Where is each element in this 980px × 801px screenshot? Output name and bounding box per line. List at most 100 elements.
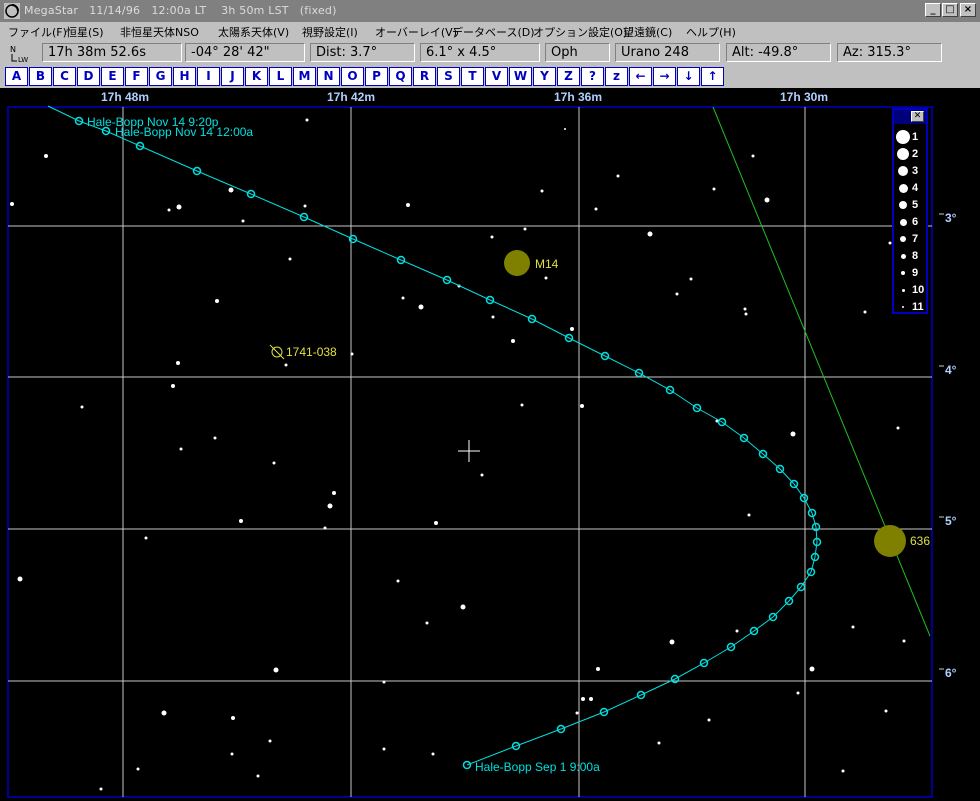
catalog-button-15[interactable]: O (341, 67, 364, 86)
catalog-button-1[interactable]: A (5, 67, 28, 86)
star (144, 536, 148, 540)
catalog-button-20[interactable]: T (461, 67, 484, 86)
catalog-button-14[interactable]: N (317, 67, 340, 86)
star (44, 154, 48, 158)
menu-options[interactable]: オプション設定(O) (533, 24, 627, 40)
menu-telescope[interactable]: 望遠鏡(C) (623, 24, 672, 40)
nebula-label[interactable]: 1741-038 (286, 345, 337, 359)
globular-cluster-m14[interactable] (504, 250, 530, 276)
planetary-nebula-icon[interactable] (269, 344, 285, 360)
star (231, 716, 235, 720)
catalog-button-8[interactable]: H (173, 67, 196, 86)
catalog-button-5[interactable]: E (101, 67, 124, 86)
menu-nonstellar[interactable]: 非恒星天体NSO (120, 24, 199, 40)
window-title: MegaStar 11/14/96 12:00a LT 3h 50m LST (… (24, 4, 337, 17)
legend-close-button[interactable]: ✕ (911, 111, 924, 122)
star (580, 404, 584, 408)
catalog-button-25[interactable]: ? (581, 67, 604, 86)
star (406, 203, 410, 207)
comet-label-nov14-1200[interactable]: Hale-Bopp Nov 14 12:00a (115, 125, 253, 139)
catalog-button-28[interactable]: → (653, 67, 676, 86)
menu-help[interactable]: ヘルプ(H) (686, 24, 736, 40)
sky-chart[interactable]: 17h 48m 17h 42m 17h 36m 17h 30m 3° 4° 5°… (0, 88, 980, 801)
catalog-button-23[interactable]: Y (533, 67, 556, 86)
star (215, 299, 219, 303)
dec-label: 4° (945, 363, 957, 377)
close-button[interactable]: × (960, 3, 976, 17)
catalog-button-17[interactable]: Q (389, 67, 412, 86)
catalog-button-6[interactable]: F (125, 67, 148, 86)
star (564, 128, 566, 130)
star (751, 154, 755, 158)
catalog-button-22[interactable]: W (509, 67, 532, 86)
globular-cluster-636[interactable] (874, 525, 906, 557)
star (268, 739, 272, 743)
catalog-button-12[interactable]: L (269, 67, 292, 86)
catalog-button-4[interactable]: D (77, 67, 100, 86)
star (743, 307, 747, 311)
megastar-app-icon[interactable] (4, 3, 20, 19)
star (327, 503, 333, 509)
catalog-button-29[interactable]: ↓ (677, 67, 700, 86)
catalog-button-24[interactable]: Z (557, 67, 580, 86)
menu-solar-system[interactable]: 太陽系天体(V) (218, 24, 289, 40)
star (401, 296, 405, 300)
crosshair-cursor (458, 440, 480, 462)
dec-label: 6° (945, 666, 957, 680)
ra-label: 17h 48m (101, 90, 149, 104)
catalog-button-16[interactable]: P (365, 67, 388, 86)
menu-overlay[interactable]: オーバーレイ(V) (375, 24, 457, 40)
catalog-button-18[interactable]: R (413, 67, 436, 86)
legend-row: 5 (894, 197, 926, 213)
magnitude-dot (902, 306, 904, 308)
sky-chart-canvas[interactable]: 17h 48m 17h 42m 17h 36m 17h 30m 3° 4° 5°… (0, 88, 980, 801)
comet-label-sep1[interactable]: Hale-Bopp Sep 1 9:00a (475, 760, 600, 774)
catalog-button-27[interactable]: ← (629, 67, 652, 86)
star (764, 197, 770, 203)
star (596, 667, 600, 671)
star (228, 187, 234, 193)
star (735, 629, 739, 633)
star (350, 352, 354, 356)
star (790, 431, 796, 437)
star (396, 579, 400, 583)
catalog-button-9[interactable]: I (197, 67, 220, 86)
magnitude-dot (898, 183, 908, 193)
catalog-button-10[interactable]: J (221, 67, 244, 86)
magnitude-label: 10 (912, 284, 925, 296)
star (418, 304, 424, 310)
catalog-button-21[interactable]: V (485, 67, 508, 86)
menu-stars[interactable]: 恒星(S) (66, 24, 104, 40)
star (863, 310, 867, 314)
menu-file[interactable]: ファイル(F) (8, 24, 67, 40)
maximize-button[interactable]: □ (942, 3, 958, 17)
legend-row: 10 (894, 282, 926, 298)
menu-bar: ファイル(F) 恒星(S) 非恒星天体NSO 太陽系天体(V) 視野設定(I) … (0, 22, 980, 41)
m14-label[interactable]: M14 (535, 257, 559, 271)
star (272, 461, 276, 465)
menu-database[interactable]: データベース(D) (452, 24, 535, 40)
star (570, 327, 574, 331)
minimize-button[interactable]: _ (925, 3, 941, 17)
catalog-button-2[interactable]: B (29, 67, 52, 86)
catalog-button-13[interactable]: M (293, 67, 316, 86)
menu-view-settings[interactable]: 視野設定(I) (302, 24, 358, 40)
catalog-button-26[interactable]: z (605, 67, 628, 86)
catalog-button-11[interactable]: K (245, 67, 268, 86)
magnitude-dot (899, 218, 907, 226)
catalog-button-7[interactable]: G (149, 67, 172, 86)
star (273, 667, 279, 673)
catalog-button-19[interactable]: S (437, 67, 460, 86)
star (241, 219, 245, 223)
legend-row: 7 (894, 231, 926, 247)
star (809, 666, 815, 672)
magnitude-dot (896, 130, 910, 144)
catalog-button-30[interactable]: ↑ (701, 67, 724, 86)
magnitude-label: 5 (912, 199, 919, 211)
svg-text:LW: LW (18, 56, 28, 64)
magnitude-dot (900, 236, 906, 242)
cluster-636-label[interactable]: 636 (910, 534, 930, 548)
catalog-button-3[interactable]: C (53, 67, 76, 86)
ra-field: 17h 38m 52.6s (42, 43, 182, 62)
star (99, 787, 103, 791)
